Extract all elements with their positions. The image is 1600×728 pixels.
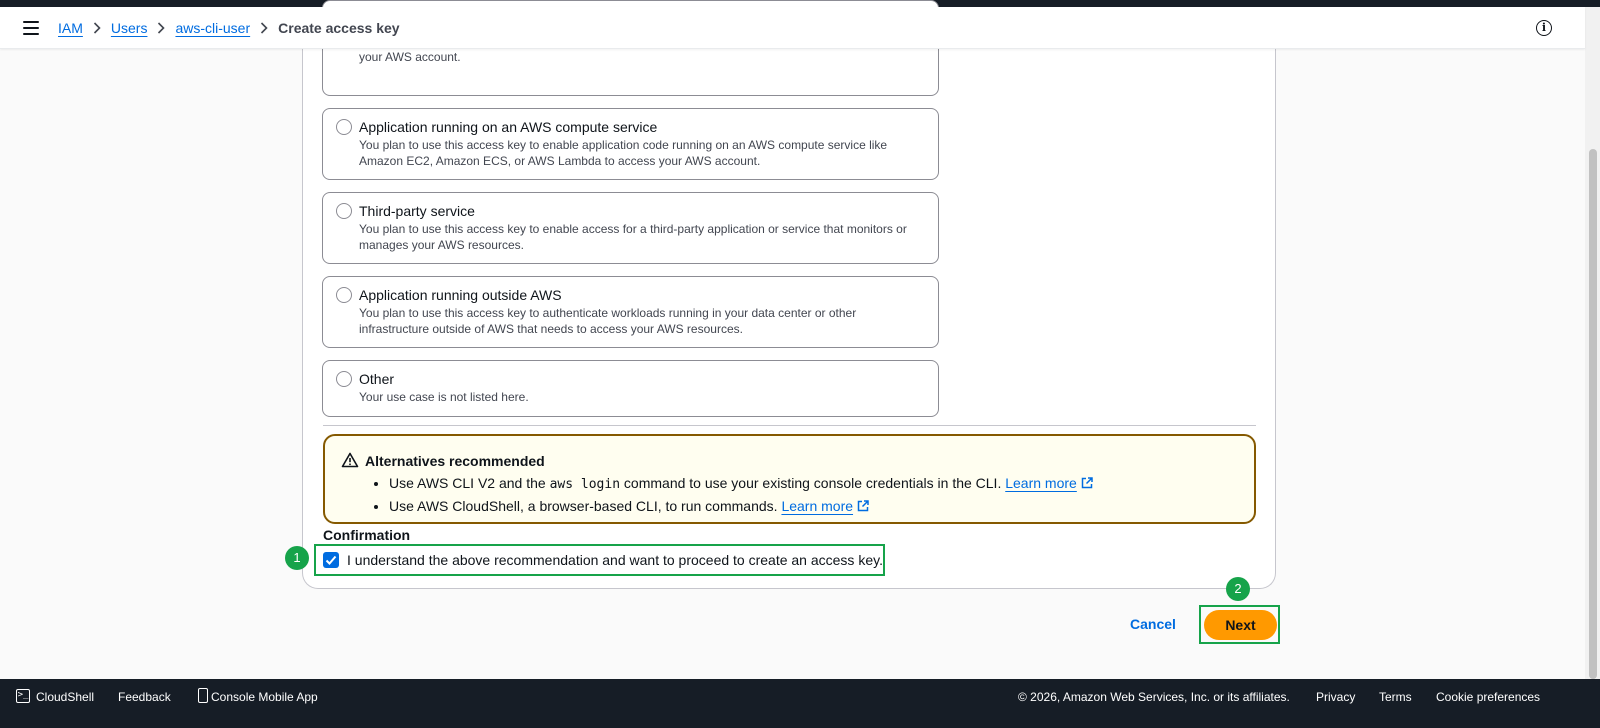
confirmation-highlight: I understand the above recommendation an… [314, 544, 885, 576]
confirmation-checkbox[interactable] [323, 552, 339, 568]
scrollbar-thumb[interactable] [1589, 149, 1597, 679]
copyright-text: © 2026, Amazon Web Services, Inc. or its… [1018, 690, 1290, 704]
confirmation-text[interactable]: I understand the above recommendation an… [347, 552, 883, 568]
check-icon [325, 555, 337, 565]
feedback-link[interactable]: Feedback [118, 690, 171, 704]
cloudshell-link[interactable]: CloudShell [36, 690, 94, 704]
mobile-app-link[interactable]: Console Mobile App [211, 690, 318, 704]
warning-icon [341, 452, 359, 468]
option-title: Other [359, 371, 395, 387]
alert-title: Alternatives recommended [365, 453, 545, 469]
alert-item: Use AWS CLI V2 and the aws login command… [389, 473, 1093, 496]
learn-more-link[interactable]: Learn more [1005, 475, 1077, 491]
radio-button[interactable] [336, 119, 352, 135]
radio-button[interactable] [336, 287, 352, 303]
alternatives-alert: Alternatives recommended Use AWS CLI V2 … [323, 434, 1256, 524]
alert-text: Use AWS CLI V2 and the [389, 475, 546, 491]
alert-text: Use AWS CloudShell, a browser-based CLI,… [389, 497, 778, 514]
chevron-right-icon [93, 21, 101, 34]
option-outside-aws[interactable]: Application running outside AWS You plan… [322, 276, 939, 348]
terms-link[interactable]: Terms [1379, 690, 1412, 704]
command-code: aws login [549, 477, 621, 492]
next-highlight: Next [1199, 605, 1280, 644]
alert-item: Use AWS CloudShell, a browser-based CLI,… [389, 496, 1093, 517]
breadcrumb: IAM Users aws-cli-user Create access key [58, 20, 400, 36]
breadcrumb-current: Create access key [278, 19, 400, 36]
breadcrumb-users[interactable]: Users [111, 20, 148, 36]
next-button[interactable]: Next [1204, 610, 1277, 640]
option-description: Your use case is not listed here. [359, 390, 529, 404]
scrollbar[interactable] [1585, 7, 1600, 679]
breadcrumb-user[interactable]: aws-cli-user [175, 20, 250, 36]
menu-icon[interactable] [23, 20, 41, 35]
option-title: Application running outside AWS [359, 287, 562, 303]
breadcrumb-iam[interactable]: IAM [58, 20, 83, 36]
option-other[interactable]: Other Your use case is not listed here. [322, 360, 939, 417]
alert-list: Use AWS CLI V2 and the aws login command… [375, 473, 1093, 516]
privacy-link[interactable]: Privacy [1316, 690, 1355, 704]
step-badge-1: 1 [285, 546, 309, 570]
cookie-preferences-link[interactable]: Cookie preferences [1436, 690, 1540, 704]
option-description: You plan to use this access key to enabl… [359, 138, 888, 168]
console-footer: >_ CloudShell Feedback Console Mobile Ap… [0, 679, 1600, 728]
info-icon[interactable]: i [1536, 20, 1552, 36]
option-description: You plan to use this access key to authe… [359, 306, 857, 336]
external-link-icon[interactable] [1081, 477, 1093, 489]
option-title: Application running on an AWS compute se… [359, 119, 658, 135]
option-description: You plan to use this access key to enabl… [359, 222, 907, 252]
learn-more-link[interactable]: Learn more [781, 498, 853, 514]
cloudshell-icon[interactable]: >_ [16, 689, 30, 703]
option-third-party[interactable]: Third-party service You plan to use this… [322, 192, 939, 264]
external-link-icon[interactable] [857, 499, 869, 512]
cancel-button[interactable]: Cancel [1130, 616, 1176, 632]
option-aws-compute[interactable]: Application running on an AWS compute se… [322, 108, 939, 180]
radio-button[interactable] [336, 371, 352, 387]
chevron-right-icon [261, 21, 268, 34]
alert-text: command to use your existing console cre… [623, 475, 1002, 491]
use-case-panel: You plan to use this access key to enabl… [302, 0, 1276, 589]
chevron-right-icon [158, 21, 166, 34]
divider [323, 425, 1256, 426]
step-badge-2: 2 [1226, 577, 1250, 601]
mobile-phone-icon[interactable] [198, 688, 208, 703]
radio-button[interactable] [336, 203, 352, 219]
top-navigation: IAM Users aws-cli-user Create access key… [0, 7, 1585, 49]
option-title: Third-party service [359, 203, 475, 219]
confirmation-label: Confirmation [323, 527, 411, 543]
